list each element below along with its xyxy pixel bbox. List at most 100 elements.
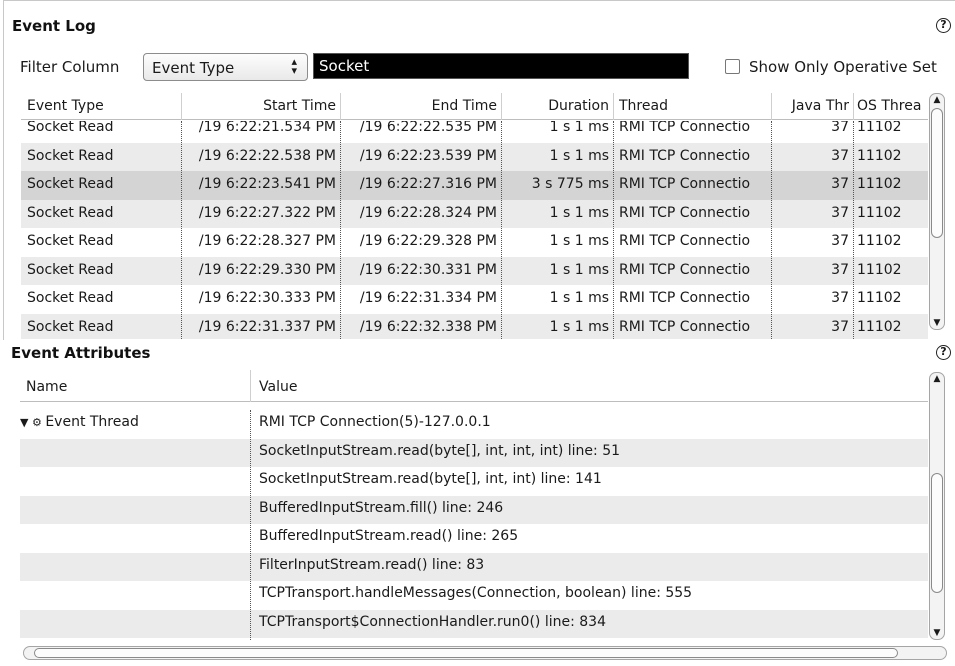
filter-row: Filter Column Event Type ▴▾ Show Only Op… xyxy=(4,51,955,83)
cell-duration: 1 s 1 ms xyxy=(549,261,609,278)
col-duration[interactable]: Duration xyxy=(501,98,609,114)
event-attributes-vertical-scrollbar[interactable]: ▲ ▼ xyxy=(929,372,945,640)
cell-java-thread: 37 xyxy=(831,290,849,306)
event-attributes-header: Name Value xyxy=(20,370,928,402)
table-row[interactable]: Socket Read/19 6:22:30.333 PM/19 6:22:31… xyxy=(21,285,928,314)
cell-start-time: /19 6:22:27.322 PM xyxy=(198,204,336,221)
help-icon[interactable]: ? xyxy=(936,18,951,33)
cell-thread: RMI TCP Connectio xyxy=(619,121,751,135)
cell-duration: 1 s 1 ms xyxy=(549,233,609,249)
tree-row[interactable]: ≡BufferedInputStream.read() line: 265 xyxy=(20,524,928,553)
event-attributes-panel: Event Attributes ? Name Value ▼ ⚙ Event … xyxy=(3,340,955,666)
cell-duration: 1 s 1 ms xyxy=(549,318,609,335)
tree-row[interactable]: ≡BufferedInputStream.fill() line: 246 xyxy=(20,495,928,524)
tree-row[interactable]: ≡FilterInputStream.read() line: 83 xyxy=(20,552,928,581)
event-attributes-title: Event Attributes xyxy=(11,344,151,362)
col-name[interactable]: Name xyxy=(26,379,67,395)
col-event-type[interactable]: Event Type xyxy=(27,98,177,114)
event-attributes-scroll-thumb[interactable] xyxy=(931,473,943,593)
horizontal-scroll-thumb[interactable] xyxy=(34,648,898,658)
table-row[interactable]: Socket Read/19 6:22:28.327 PM/19 6:22:29… xyxy=(21,228,928,257)
table-row[interactable]: Socket Read/19 6:22:27.322 PM/19 6:22:28… xyxy=(21,199,928,228)
event-log-table-header: Event Type Start Time End Time Duration … xyxy=(21,93,928,120)
attr-value-cell: RMI TCP Connection(5)-127.0.0.1 xyxy=(259,414,491,430)
event-log-table-body: Socket Read/19 6:22:21.534 PM/19 6:22:22… xyxy=(21,121,928,339)
attr-value-cell: SocketInputStream.read(byte[], int, int)… xyxy=(259,471,602,487)
attr-value-cell: TCPTransport$ConnectionHandler.run0() li… xyxy=(259,613,606,630)
cell-end-time: /19 6:22:31.334 PM xyxy=(359,290,497,306)
show-operative-checkbox[interactable] xyxy=(725,59,740,74)
cell-java-thread: 37 xyxy=(831,261,849,278)
attr-name-label: Event Thread xyxy=(45,414,139,430)
tree-row[interactable]: ≡SocketInputStream.read(byte[], int, int… xyxy=(20,438,928,467)
col-end-time[interactable]: End Time xyxy=(340,98,497,114)
table-row[interactable]: Socket Read/19 6:22:31.337 PM/19 6:22:32… xyxy=(21,313,928,339)
cell-thread: RMI TCP Connectio xyxy=(619,147,751,164)
column-divider xyxy=(250,410,251,640)
scroll-down-icon[interactable]: ▼ xyxy=(930,317,944,329)
cell-start-time: /19 6:22:23.541 PM xyxy=(198,176,336,192)
event-log-vertical-scrollbar[interactable]: ▲ ▼ xyxy=(929,93,945,330)
clipped-row-remnant xyxy=(30,402,180,408)
cell-thread: RMI TCP Connectio xyxy=(619,290,751,306)
scroll-down-icon[interactable]: ▼ xyxy=(930,627,944,639)
cell-java-thread: 37 xyxy=(831,121,849,135)
event-attributes-body: ▼ ⚙ Event Thread RMI TCP Connection(5)-12… xyxy=(20,410,928,640)
cell-java-thread: 37 xyxy=(831,147,849,164)
event-log-scroll-thumb[interactable] xyxy=(931,108,943,238)
col-start-time[interactable]: Start Time xyxy=(181,98,336,114)
cell-start-time: /19 6:22:29.330 PM xyxy=(198,261,336,278)
expand-triangle-icon[interactable]: ▼ xyxy=(20,416,32,429)
attr-value-cell: FilterInputStream.read() line: 83 xyxy=(259,556,485,573)
up-down-arrows-icon: ▴ ▾ xyxy=(291,55,297,77)
cell-duration: 1 s 1 ms xyxy=(549,290,609,306)
cell-java-thread: 37 xyxy=(831,204,849,221)
column-divider xyxy=(771,121,772,339)
col-value[interactable]: Value xyxy=(259,379,297,395)
filter-text-input[interactable] xyxy=(313,53,689,79)
cell-thread: RMI TCP Connectio xyxy=(619,176,751,192)
cell-start-time: /19 6:22:31.337 PM xyxy=(198,318,336,335)
thread-gear-icon: ⚙ xyxy=(31,416,46,429)
tree-row[interactable]: ≡TCPTransport$ConnectionHandler.run0() l… xyxy=(20,609,928,638)
col-thread[interactable]: Thread xyxy=(619,98,769,114)
cell-event-type: Socket Read xyxy=(27,261,114,278)
cell-os-thread: 11102 xyxy=(857,176,902,192)
attr-name-cell: ▼ ⚙ Event Thread xyxy=(20,414,248,430)
cell-os-thread: 11102 xyxy=(857,233,902,249)
event-attributes-horizontal-scrollbar[interactable] xyxy=(23,646,947,660)
cell-end-time: /19 6:22:32.338 PM xyxy=(359,318,497,335)
cell-duration: 1 s 1 ms xyxy=(549,204,609,221)
tree-row[interactable]: ≡TCPTransport.handleMessages(Connection,… xyxy=(20,581,928,610)
tree-row[interactable]: ≡SocketInputStream.read(byte[], int, int… xyxy=(20,467,928,496)
tree-row[interactable]: ▼ ⚙ Event Thread RMI TCP Connection(5)-12… xyxy=(20,410,928,439)
event-log-title: Event Log xyxy=(12,17,96,35)
scroll-up-icon[interactable]: ▲ xyxy=(930,94,944,106)
table-row[interactable]: Socket Read/19 6:22:22.538 PM/19 6:22:23… xyxy=(21,142,928,171)
col-os-thread[interactable]: OS Threa xyxy=(857,98,927,114)
help-icon[interactable]: ? xyxy=(936,345,951,360)
table-row[interactable]: Socket Read/19 6:22:23.541 PM/19 6:22:27… xyxy=(21,171,928,200)
cell-event-type: Socket Read xyxy=(27,290,114,306)
show-operative-label: Show Only Operative Set xyxy=(749,58,937,76)
table-row[interactable]: Socket Read/19 6:22:21.534 PM/19 6:22:22… xyxy=(21,121,928,143)
cell-thread: RMI TCP Connectio xyxy=(619,318,751,335)
cell-event-type: Socket Read xyxy=(27,233,114,249)
table-row[interactable]: Socket Read/19 6:22:29.330 PM/19 6:22:30… xyxy=(21,256,928,285)
attr-value-cell: SocketInputStream.read(byte[], int, int,… xyxy=(259,442,621,459)
column-divider xyxy=(853,121,854,339)
scroll-up-icon[interactable]: ▲ xyxy=(930,373,944,385)
cell-thread: RMI TCP Connectio xyxy=(619,204,751,221)
column-divider xyxy=(501,121,502,339)
filter-column-select[interactable]: Event Type ▴ ▾ xyxy=(143,53,308,81)
cell-os-thread: 11102 xyxy=(857,147,902,164)
cell-event-type: Socket Read xyxy=(27,121,114,135)
cell-end-time: /19 6:22:28.324 PM xyxy=(359,204,497,221)
cell-start-time: /19 6:22:28.327 PM xyxy=(198,233,336,249)
event-log-panel: Event Log ? Filter Column Event Type ▴ ▾ … xyxy=(3,0,955,340)
cell-java-thread: 37 xyxy=(831,176,849,192)
event-attributes-table: Name Value ▼ ⚙ Event Thread RMI TCP Conne… xyxy=(20,370,928,640)
attr-value-cell: BufferedInputStream.fill() line: 246 xyxy=(259,499,504,516)
col-java-thread[interactable]: Java Thr xyxy=(771,98,849,114)
cell-event-type: Socket Read xyxy=(27,318,114,335)
